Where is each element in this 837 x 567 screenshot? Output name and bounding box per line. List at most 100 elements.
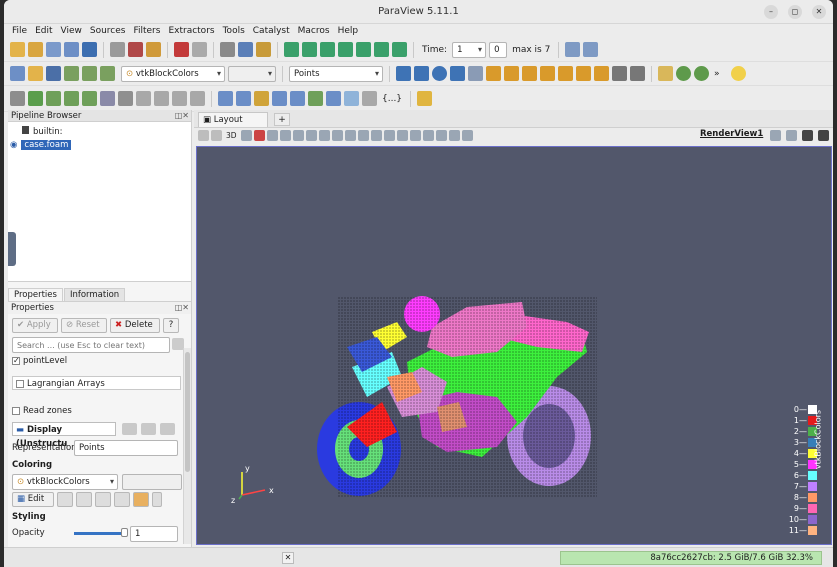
camera-undo-icon[interactable]	[220, 42, 235, 57]
menu-catalyst[interactable]: Catalyst	[253, 24, 290, 38]
rotate-ccw-icon[interactable]	[630, 66, 645, 81]
view-plus-x-icon[interactable]	[486, 66, 501, 81]
read-zones-checkbox[interactable]	[12, 406, 20, 415]
threshold-icon[interactable]	[82, 91, 97, 106]
close-view-icon[interactable]	[818, 130, 829, 141]
rescale-data-button[interactable]	[57, 492, 73, 507]
lagrangian-arrays-row[interactable]: Lagrangian Arrays	[12, 376, 181, 390]
slice-icon[interactable]	[64, 91, 79, 106]
auto-apply-icon[interactable]	[146, 42, 161, 57]
reset-center-icon[interactable]	[676, 66, 691, 81]
minimize-button[interactable]: –	[764, 5, 778, 19]
display-section-header[interactable]: ▬ Display (Unstructu	[12, 422, 116, 449]
python-script-icon[interactable]: {...}	[382, 94, 402, 104]
server-connect-icon[interactable]	[110, 42, 125, 57]
find-data-icon[interactable]	[565, 42, 581, 57]
apply-button[interactable]: ✔ Apply	[12, 318, 58, 333]
delete-button[interactable]: ✖ Delete	[110, 318, 160, 333]
calculator-icon[interactable]	[10, 91, 25, 106]
probe-location-icon[interactable]	[236, 91, 251, 106]
tab-information[interactable]: Information	[63, 288, 126, 301]
pipeline-item-builtin[interactable]: builtin:	[22, 126, 62, 138]
rescale-temporal-icon[interactable]	[100, 66, 115, 81]
maximize-view-icon[interactable]	[802, 130, 813, 141]
temporal-icon[interactable]	[326, 91, 341, 106]
closest-view-icon[interactable]	[450, 66, 465, 81]
coloring-component-field[interactable]	[122, 474, 182, 490]
select-polygon-points-icon[interactable]	[331, 129, 343, 141]
status-close-icon[interactable]: ✕	[282, 552, 294, 564]
edit-color-map-icon[interactable]	[28, 66, 43, 81]
camera-toggle-icon[interactable]	[240, 129, 252, 141]
menu-tools[interactable]: Tools	[223, 24, 245, 38]
color-by-select[interactable]: ⊙ vtkBlockColors	[121, 65, 225, 82]
menu-file[interactable]: File	[12, 24, 27, 38]
opacity-slider[interactable]	[74, 532, 124, 535]
render-view[interactable]: x y z 0— 1— 2— 3— 4— 5— 6— 7— 8— 9— 10— 11— vtkBlock…	[196, 146, 832, 545]
next-frame-icon[interactable]	[356, 42, 371, 57]
representation-field[interactable]: Points	[74, 440, 178, 456]
reset-camera-icon[interactable]	[396, 66, 411, 81]
contour-icon[interactable]	[28, 91, 43, 106]
close-properties-icon[interactable]: ◫✕	[175, 302, 189, 314]
split-horizontal-icon[interactable]	[770, 130, 781, 141]
snowflake-icon[interactable]	[344, 91, 359, 106]
load-state-icon[interactable]	[64, 42, 79, 57]
rotate-cw-icon[interactable]	[612, 66, 627, 81]
point-level-row[interactable]: pointLevel	[12, 354, 181, 368]
python-calculator-icon[interactable]	[290, 91, 305, 106]
isometric-view-icon[interactable]	[594, 66, 609, 81]
opacity-slider-handle[interactable]	[121, 528, 128, 537]
lagrangian-checkbox[interactable]	[16, 379, 24, 388]
hover-points-icon[interactable]	[383, 129, 395, 141]
choose-preset-button[interactable]	[133, 492, 149, 507]
screenshot-icon[interactable]	[253, 129, 265, 141]
select-cells-frustum-icon[interactable]	[292, 129, 304, 141]
histogram-icon[interactable]	[254, 91, 269, 106]
zoom-to-box-icon[interactable]	[432, 66, 447, 81]
add-layout-button[interactable]: +	[274, 113, 290, 126]
select-cells-icon[interactable]	[266, 129, 278, 141]
more-tools-icon[interactable]: »	[714, 69, 720, 79]
time-value-field[interactable]: 1	[452, 41, 487, 58]
hover-cells-icon[interactable]	[396, 129, 408, 141]
reset-range-icon[interactable]	[46, 66, 61, 81]
edit-colormap-button[interactable]: ▦ Edit	[12, 492, 54, 507]
rescale-visible-icon[interactable]	[82, 66, 97, 81]
recent-files-icon[interactable]	[28, 42, 43, 57]
save-preset-button[interactable]	[152, 492, 162, 507]
tab-properties[interactable]: Properties	[8, 288, 63, 301]
interactive-select-cells-icon[interactable]	[357, 129, 369, 141]
rescale-visible-button[interactable]	[114, 492, 130, 507]
redo-icon[interactable]	[192, 42, 207, 57]
plot-over-line-icon[interactable]	[218, 91, 233, 106]
rescale-custom-icon[interactable]	[64, 66, 79, 81]
connect-icon[interactable]	[82, 42, 97, 57]
zoom-to-data-icon[interactable]	[414, 66, 429, 81]
rescale-temporal-button[interactable]	[95, 492, 111, 507]
camera-redo-icon[interactable]	[238, 42, 253, 57]
rescale-custom-button[interactable]	[76, 492, 92, 507]
menu-extractors[interactable]: Extractors	[168, 24, 214, 38]
time-step-field[interactable]: 0	[489, 41, 508, 58]
properties-scrollbar[interactable]	[183, 348, 191, 544]
warp-vector-icon[interactable]	[154, 91, 169, 106]
copy-icon[interactable]	[122, 423, 137, 435]
dock-expander-handle[interactable]	[8, 232, 16, 266]
resample-icon[interactable]	[308, 91, 323, 106]
menu-macros[interactable]: Macros	[298, 24, 330, 38]
last-frame-icon[interactable]	[374, 42, 389, 57]
properties-search-input[interactable]	[12, 337, 170, 353]
toggle-color-legend-icon[interactable]	[10, 66, 25, 81]
first-frame-icon[interactable]	[284, 42, 299, 57]
clip-icon[interactable]	[46, 91, 61, 106]
play-icon[interactable]	[338, 42, 353, 57]
palette-icon[interactable]	[256, 42, 271, 57]
group-datasets-icon[interactable]	[172, 91, 187, 106]
grow-selection-icon[interactable]	[435, 129, 447, 141]
help-button[interactable]: ?	[163, 318, 179, 333]
previous-frame-icon[interactable]	[302, 42, 317, 57]
view-plus-z-icon[interactable]	[558, 66, 573, 81]
undo-icon[interactable]	[174, 42, 189, 57]
menu-view[interactable]: View	[61, 24, 82, 38]
